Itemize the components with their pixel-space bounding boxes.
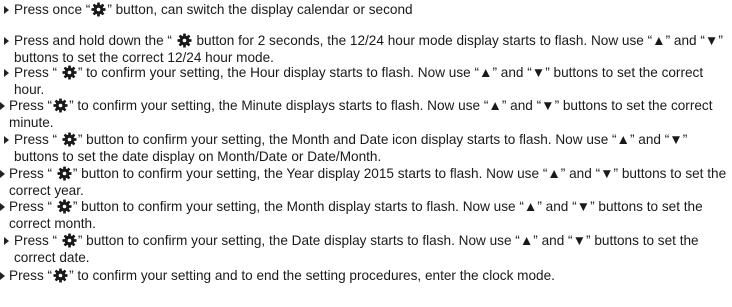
instruction-text-after: ” button to confirm your setting, the Ye… — [9, 166, 727, 198]
instruction-text: Press and hold down the “ button for 2 s… — [0, 33, 728, 66]
instruction-item-8: Press “ ” button to confirm your setting… — [0, 233, 728, 266]
instruction-text: Press once “ ” button, can switch the dis… — [0, 2, 728, 19]
instruction-text: Press “ ” to confirm your setting and to … — [0, 268, 728, 285]
instruction-item-1: Press once “ ” button, can switch the dis… — [0, 2, 728, 19]
bullet-icon — [0, 170, 5, 178]
gear-icon — [53, 268, 68, 283]
bullet-icon — [4, 37, 9, 45]
instruction-item-5: Press “ ” button to confirm your setting… — [0, 132, 728, 165]
instruction-item-6: Press “ ” button to confirm your setting… — [0, 166, 728, 199]
instruction-text-after: ” to confirm your setting and to end the… — [69, 268, 555, 283]
gear-icon — [53, 98, 68, 113]
instruction-text-before: Press “ — [9, 199, 56, 214]
instruction-text-after: ” button, can switch the display calenda… — [107, 2, 413, 17]
bullet-icon — [0, 102, 5, 110]
bullet-icon — [4, 69, 9, 77]
instruction-text: Press “ ” button to confirm your setting… — [0, 132, 728, 165]
gear-icon — [57, 199, 72, 214]
instruction-item-2: Press and hold down the “ button for 2 s… — [0, 33, 728, 66]
instruction-item-4: Press “” to confirm your setting, the Mi… — [0, 98, 728, 131]
instruction-text: Press “ ” button to confirm your setting… — [0, 166, 728, 199]
instruction-text-before: Press “ — [14, 233, 61, 248]
instruction-text-before: Press once “ — [14, 2, 91, 17]
instruction-text-after: ” button to confirm your setting, the Mo… — [9, 199, 703, 231]
bullet-icon — [4, 6, 9, 14]
instruction-text-after: ” to confirm your setting, the Hour disp… — [14, 65, 704, 97]
gear-icon — [91, 2, 106, 17]
gear-icon — [62, 233, 77, 248]
gear-icon — [62, 132, 77, 147]
instruction-text-after: ” button to confirm your setting, the Mo… — [14, 132, 688, 164]
bullet-icon — [0, 272, 5, 280]
instruction-text: Press “ ” button to confirm your setting… — [0, 199, 728, 232]
instruction-item-7: Press “ ” button to confirm your setting… — [0, 199, 728, 232]
instruction-text-before: Press “ — [9, 268, 53, 283]
instruction-text-before: Press “ — [14, 132, 61, 147]
instruction-text-after: ” button to confirm your setting, the Da… — [14, 233, 699, 265]
instruction-text-before: Press and hold down the “ — [14, 33, 176, 48]
instruction-text: Press “ ” to confirm your setting, the H… — [0, 65, 728, 98]
instruction-item-3: Press “ ” to confirm your setting, the H… — [0, 65, 728, 98]
bullet-icon — [4, 136, 9, 144]
gear-icon — [57, 166, 72, 181]
instruction-text-before: Press “ — [9, 166, 56, 181]
instruction-text: Press “ ” button to confirm your setting… — [0, 233, 728, 266]
instruction-text-before: Press “ — [9, 98, 53, 113]
gear-icon — [62, 65, 77, 80]
instruction-text-after: ” to confirm your setting, the Minute di… — [9, 98, 713, 130]
bullet-icon — [0, 203, 5, 211]
bullet-icon — [4, 237, 9, 245]
instruction-text: Press “” to confirm your setting, the Mi… — [0, 98, 728, 131]
instruction-text-before: Press “ — [14, 65, 61, 80]
instruction-list: Press once “ ” button, can switch the dis… — [0, 0, 732, 307]
instruction-item-9: Press “ ” to confirm your setting and to … — [0, 268, 728, 285]
gear-icon — [177, 33, 192, 48]
